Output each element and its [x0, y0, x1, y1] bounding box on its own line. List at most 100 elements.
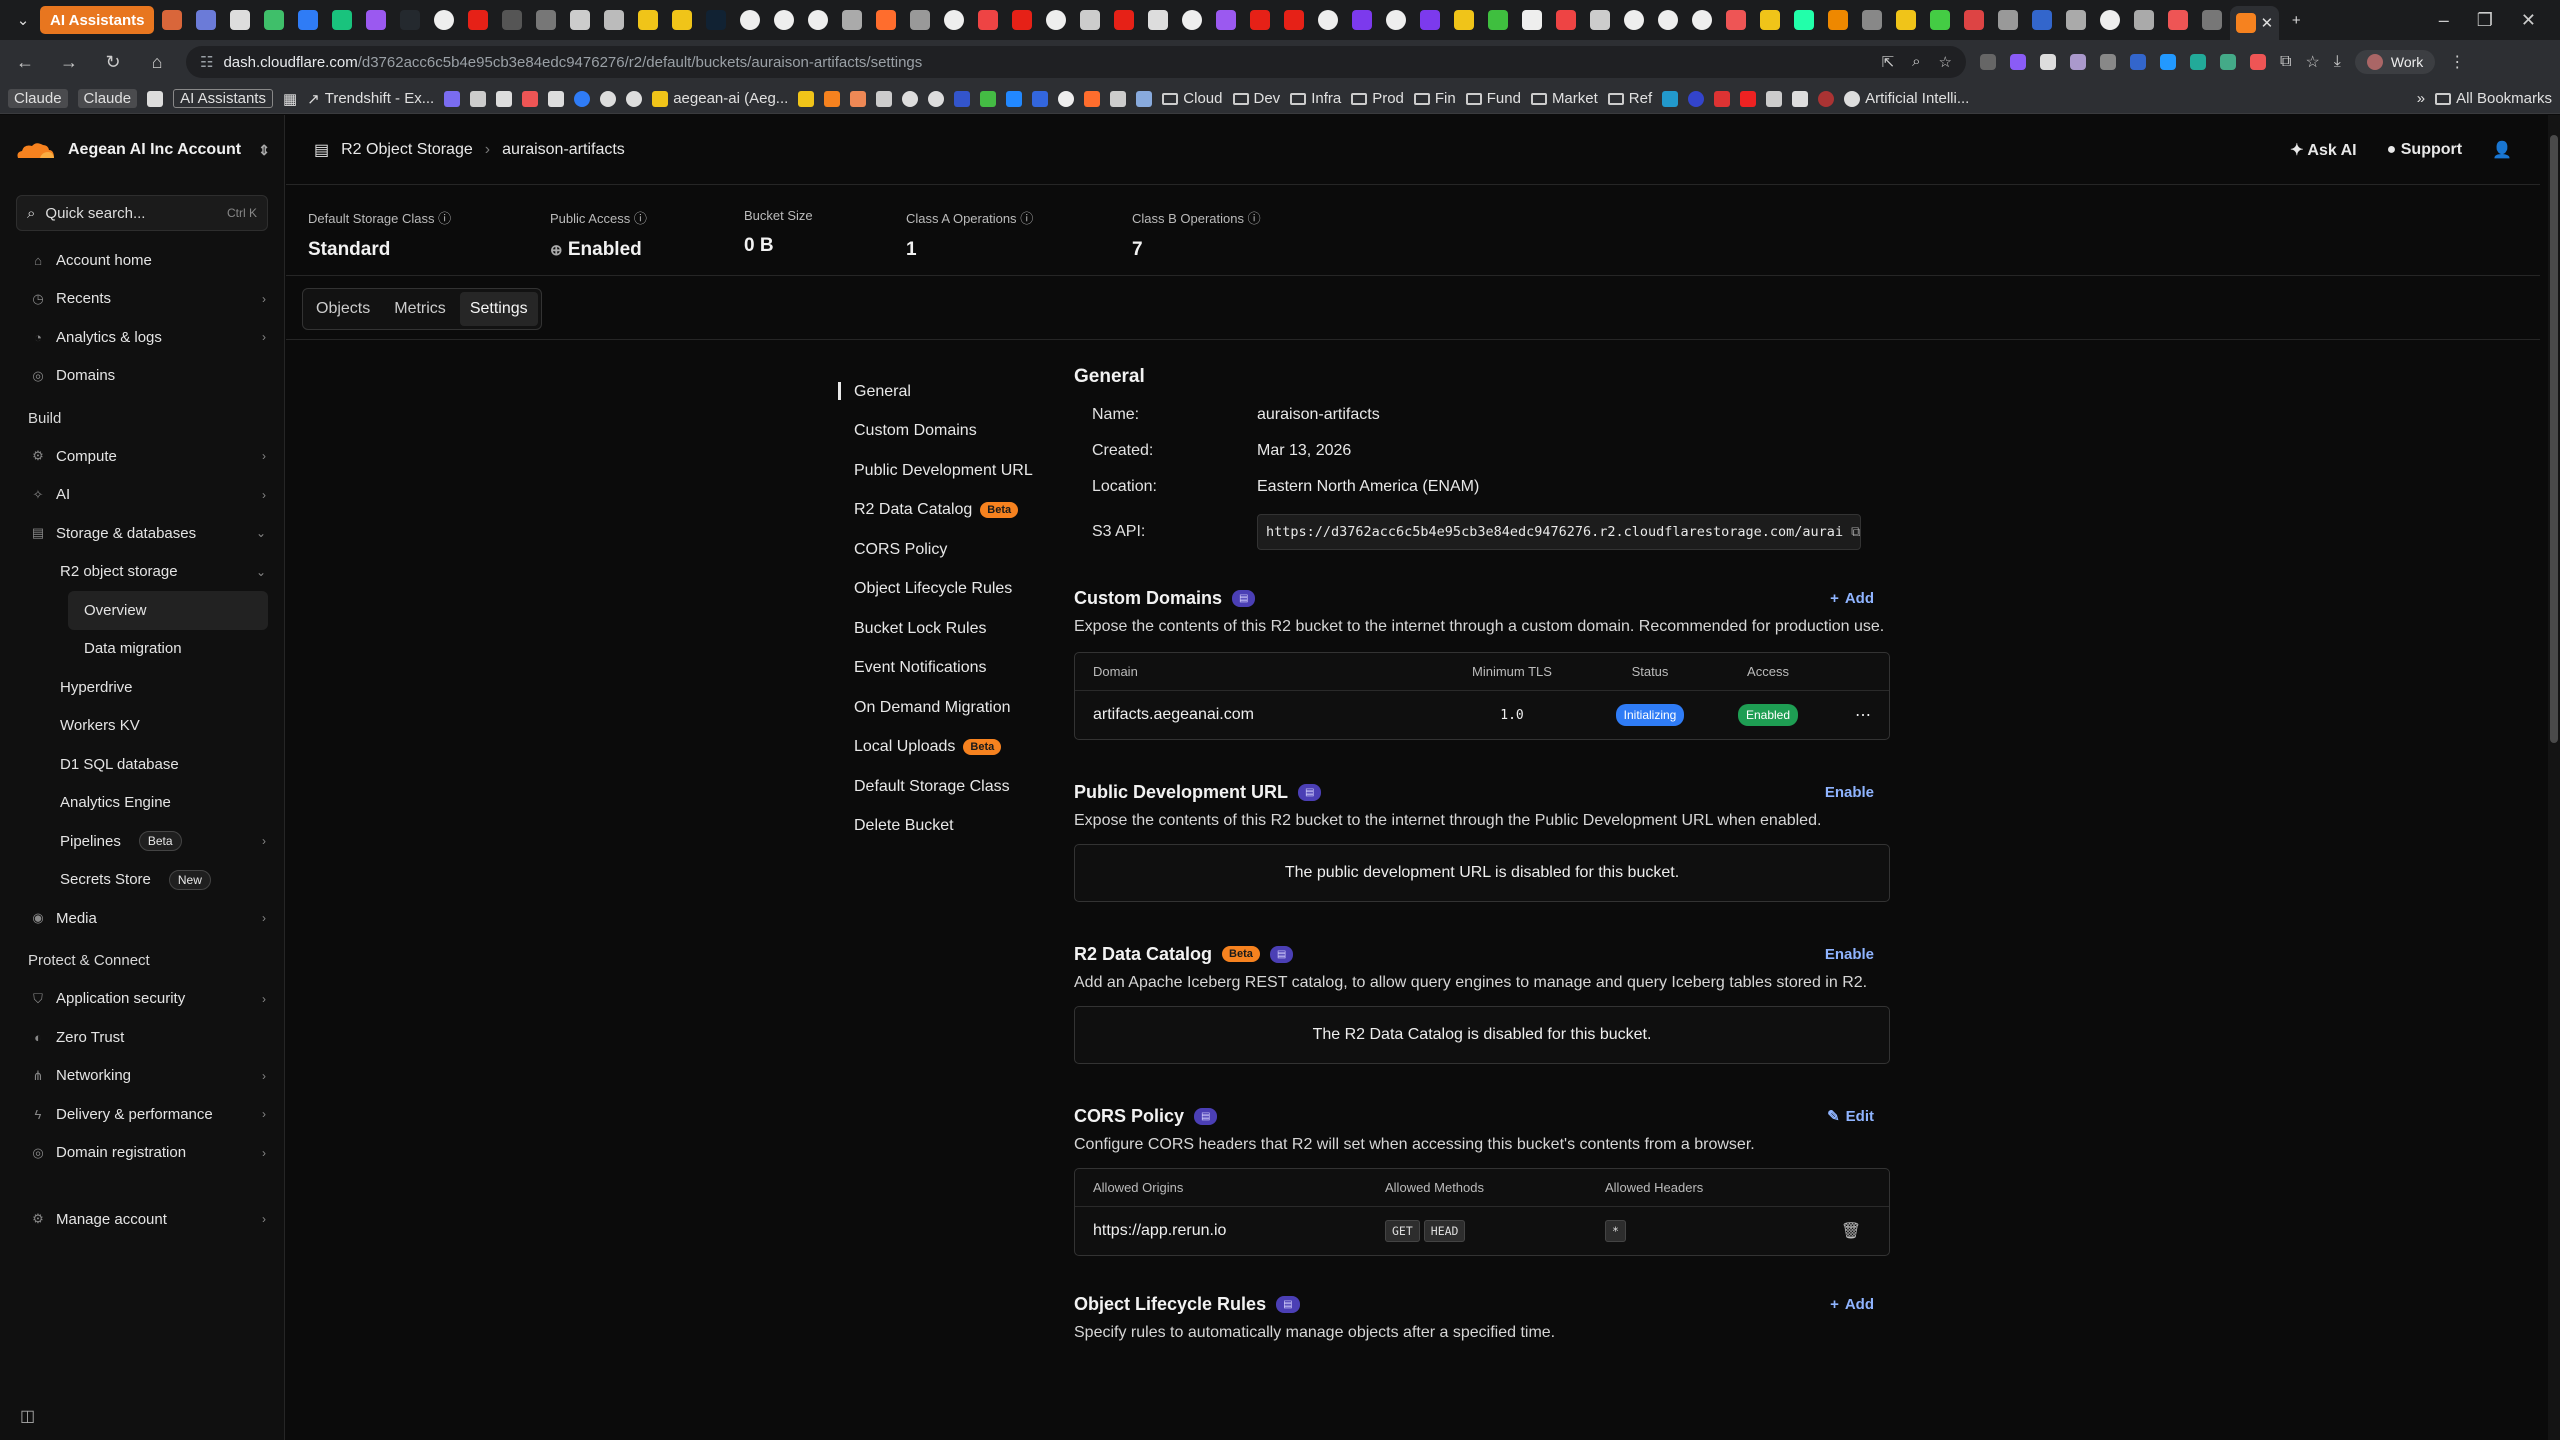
home-icon[interactable]: ⌂ — [142, 52, 172, 73]
bookmark[interactable]: Claude — [77, 89, 138, 108]
bookmark-folder[interactable]: Ref — [1607, 90, 1652, 107]
tab[interactable] — [530, 6, 562, 34]
youtube-tab[interactable] — [1006, 6, 1038, 34]
tab[interactable] — [2060, 6, 2092, 34]
sidebar-item-manage-account[interactable]: ⚙ Manage account › — [16, 1200, 268, 1239]
back-icon[interactable]: ← — [10, 52, 40, 73]
extension-icon[interactable] — [2250, 54, 2266, 70]
github-tab[interactable] — [734, 6, 766, 34]
sidebar-item-r2[interactable]: R2 object storage ⌄ — [16, 553, 268, 592]
sidebar-item-analytics-engine[interactable]: Analytics Engine — [16, 784, 268, 823]
bookmark[interactable]: AI Assistants — [173, 89, 273, 108]
extension-icon[interactable] — [2070, 54, 2086, 70]
tab[interactable] — [1482, 6, 1514, 34]
tab-settings[interactable]: Settings — [459, 292, 538, 326]
tab[interactable] — [1958, 6, 1990, 34]
tab[interactable] — [1414, 6, 1446, 34]
new-tab-button[interactable]: + — [2281, 6, 2311, 34]
tab[interactable] — [1448, 6, 1480, 34]
tab[interactable] — [258, 6, 290, 34]
bookmark-icon[interactable] — [574, 90, 591, 107]
settings-nav-default-storage-class[interactable]: Default Storage Class — [838, 767, 1038, 807]
docs-icon[interactable]: ▤ — [1276, 1295, 1300, 1313]
page-scrollbar[interactable] — [2548, 115, 2560, 1440]
extensions-puzzle-icon[interactable]: ⧉ — [2280, 53, 2291, 71]
extension-icon[interactable] — [2190, 54, 2206, 70]
sidebar-item-account-home[interactable]: ⌂ Account home — [16, 241, 268, 280]
zoom-icon[interactable]: ⌕ — [1912, 53, 1920, 71]
user-icon[interactable]: 👤 — [2492, 140, 2512, 160]
bookmark-icon[interactable] — [147, 90, 164, 107]
download-icon[interactable]: ⤓ — [2334, 53, 2341, 71]
bookmark[interactable]: Artificial Intelli... — [1844, 90, 1969, 107]
bookmark-star-icon[interactable]: ☆ — [2305, 52, 2319, 72]
bookmark-folder[interactable]: Fund — [1465, 90, 1521, 107]
account-switcher[interactable]: Aegean AI Inc Account ⇕ — [0, 115, 284, 185]
copy-icon[interactable]: ⧉ — [1851, 524, 1860, 540]
bookmark-icon[interactable] — [1084, 90, 1101, 107]
sidebar-item-delivery[interactable]: ϟ Delivery & performance › — [16, 1095, 268, 1134]
enable-public-url-button[interactable]: Enable — [1825, 784, 1890, 801]
sidebar-item-hyperdrive[interactable]: Hyperdrive — [16, 668, 268, 707]
trash-icon[interactable]: 🗑 — [1831, 1221, 1871, 1241]
bookmark-icon[interactable] — [1766, 90, 1783, 107]
bookmark-icon[interactable] — [1688, 90, 1705, 107]
docs-icon[interactable]: ▤ — [1298, 783, 1322, 801]
menu-icon[interactable]: ⋮ — [2449, 52, 2465, 72]
tab[interactable] — [292, 6, 324, 34]
more-options-icon[interactable]: ⋯ — [1823, 705, 1871, 725]
tab[interactable] — [224, 6, 256, 34]
github-tab[interactable] — [768, 6, 800, 34]
minimize-icon[interactable]: – — [2439, 10, 2449, 31]
tab[interactable] — [1142, 6, 1174, 34]
tab[interactable] — [1890, 6, 1922, 34]
settings-nav-event-notifications[interactable]: Event Notifications — [838, 649, 1038, 689]
star-icon[interactable]: ☆ — [1939, 53, 1952, 71]
info-icon[interactable]: ⓘ — [1020, 211, 1033, 226]
bookmark-icon[interactable] — [496, 90, 513, 107]
settings-nav-delete-bucket[interactable]: Delete Bucket — [838, 807, 1038, 847]
tab[interactable] — [666, 6, 698, 34]
install-icon[interactable]: ⇱ — [1882, 53, 1895, 71]
github-tab[interactable] — [802, 6, 834, 34]
settings-nav-public-dev-url[interactable]: Public Development URL — [838, 451, 1038, 491]
sidebar-item-pipelines[interactable]: Pipelines Beta › — [16, 822, 268, 861]
support-button[interactable]: ● Support — [2387, 141, 2462, 159]
github-tab[interactable] — [938, 6, 970, 34]
tab[interactable] — [496, 6, 528, 34]
tab[interactable] — [2196, 6, 2228, 34]
tab[interactable] — [1346, 6, 1378, 34]
sidebar-item-analytics[interactable]: ◔ Analytics & logs › — [16, 318, 268, 357]
github-tab[interactable] — [1618, 6, 1650, 34]
bookmark-icon[interactable] — [1110, 90, 1127, 107]
github-tab[interactable] — [1686, 6, 1718, 34]
tab[interactable] — [326, 6, 358, 34]
collapse-sidebar-icon[interactable]: ◫ — [20, 1406, 35, 1426]
sidebar-item-domains[interactable]: ◎ Domains — [16, 357, 268, 396]
extension-icon[interactable] — [2100, 54, 2116, 70]
github-tab[interactable] — [428, 6, 460, 34]
info-icon[interactable]: ⓘ — [1248, 211, 1261, 226]
ask-ai-button[interactable]: ✦ Ask AI — [2290, 140, 2356, 160]
extension-icon[interactable] — [2010, 54, 2026, 70]
settings-nav-cors[interactable]: CORS Policy — [838, 530, 1038, 570]
quick-search[interactable]: ⌕ Quick search... Ctrl K — [16, 195, 268, 231]
bookmark-icon[interactable] — [470, 90, 487, 107]
sidebar-item-app-security[interactable]: ⛉ Application security › — [16, 980, 268, 1019]
info-icon[interactable]: ⓘ — [438, 211, 451, 226]
close-window-icon[interactable]: ✕ — [2521, 10, 2536, 31]
bookmark-icon[interactable] — [1006, 90, 1023, 107]
settings-nav-local-uploads[interactable]: Local Uploads Beta — [838, 728, 1038, 768]
tab[interactable] — [2128, 6, 2160, 34]
tab-search-button[interactable]: ⌄ — [8, 6, 38, 34]
github-tab[interactable] — [1652, 6, 1684, 34]
breadcrumb-r2[interactable]: R2 Object Storage — [341, 141, 473, 159]
docs-icon[interactable]: ▤ — [1232, 589, 1256, 607]
bookmark-icon[interactable] — [522, 90, 539, 107]
tab[interactable] — [190, 6, 222, 34]
bookmark-folder[interactable]: Prod — [1351, 90, 1404, 107]
sidebar-item-overview[interactable]: Overview — [68, 591, 268, 630]
info-icon[interactable]: ⓘ — [634, 211, 647, 226]
bookmark-icon[interactable] — [1740, 90, 1757, 107]
youtube-tab[interactable] — [1278, 6, 1310, 34]
